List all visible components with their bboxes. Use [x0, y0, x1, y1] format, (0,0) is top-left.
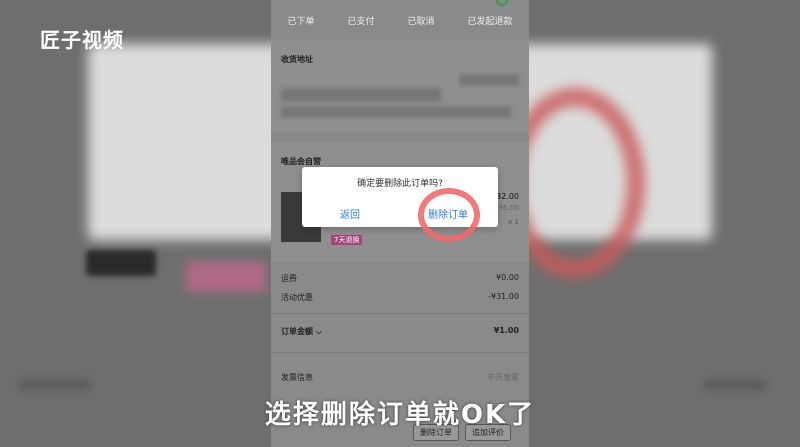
order-total-value: ¥1.00: [493, 326, 519, 335]
order-status-tabs: 已下单 已支付 已取消 已发起退款: [271, 0, 529, 40]
store-title: 唯品会自营: [281, 157, 321, 166]
status-tab: 已支付: [347, 16, 375, 27]
invoice-label: 发票信息: [281, 373, 313, 382]
fee-row: 活动优惠 -¥31.00: [281, 292, 519, 303]
blurred-bar: [20, 380, 90, 390]
return-policy-badge: 7天退换: [331, 235, 363, 245]
address-section: 收货地址: [271, 40, 529, 132]
fee-label: 运费: [281, 274, 297, 283]
video-subtitle: 选择删除订单就OK了: [264, 400, 536, 430]
order-total-label: 订单金额 ⌵: [281, 327, 322, 336]
redacted-address: [281, 88, 441, 102]
fee-value: -¥31.00: [488, 292, 519, 301]
watermark-logo: 匠子视频: [40, 28, 124, 52]
address-title: 收货地址: [281, 55, 313, 64]
status-tab: 已下单: [287, 16, 315, 27]
divider: [271, 313, 529, 314]
divider: [271, 352, 529, 353]
fee-label: 活动优惠: [281, 293, 313, 302]
order-total-row[interactable]: 订单金额 ⌵ ¥1.00: [281, 326, 519, 337]
goods-quantity: x 1: [508, 218, 519, 226]
invoice-row: 发票信息 不开发票: [281, 372, 519, 383]
fee-value: ¥0.00: [496, 273, 519, 282]
dialog-message: 确定要删除此订单吗?: [357, 179, 443, 189]
redacted-phone: [459, 74, 519, 86]
confirm-delete-button[interactable]: 删除订单: [428, 206, 468, 221]
back-button[interactable]: 返回: [340, 206, 360, 221]
chevron-down-icon: ⌵: [315, 327, 322, 336]
status-tab: 已取消: [407, 16, 435, 27]
fee-row: 运费 ¥0.00: [281, 273, 519, 284]
blurred-block: [86, 250, 156, 276]
redacted-address-line: [281, 106, 511, 118]
blurred-tag: [186, 262, 266, 292]
invoice-value: 不开发票: [487, 373, 519, 382]
status-tab: 已发起退款: [467, 16, 513, 27]
blurred-bar: [705, 380, 765, 390]
goods-original-price: ¥95.00: [494, 204, 520, 212]
delete-confirm-dialog: 确定要删除此订单吗? 返回 删除订单: [302, 167, 498, 227]
